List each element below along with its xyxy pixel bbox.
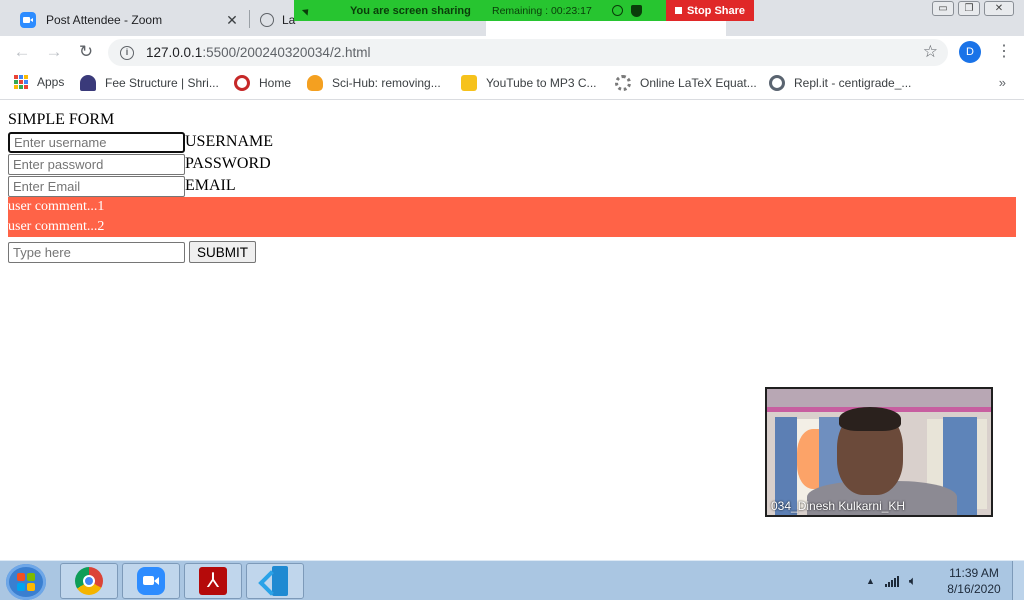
scihub-icon — [307, 75, 323, 91]
reload-icon[interactable]: ↻ — [74, 40, 98, 64]
bookmark-online-latex[interactable]: Online LaTeX Equat... — [615, 75, 757, 91]
bookmark-home[interactable]: Home — [234, 75, 291, 91]
password-label: PASSWORD — [185, 155, 271, 172]
youtube-mp3-icon — [461, 75, 477, 91]
profile-avatar[interactable]: D — [959, 41, 981, 63]
browser-menu-icon[interactable]: ⋮ — [996, 40, 1012, 64]
stop-share-button[interactable]: Stop Share — [666, 0, 754, 21]
vscode-icon — [260, 566, 290, 596]
video-person-hair — [839, 407, 901, 431]
close-tab-icon[interactable]: ✕ — [224, 12, 240, 29]
email-row: Enter Email EMAIL — [8, 175, 236, 197]
show-hidden-icons-icon[interactable]: ▲ — [866, 576, 875, 586]
taskbar-vscode[interactable] — [246, 563, 304, 599]
bookmark-fee-structure[interactable]: Fee Structure | Shri... — [80, 75, 219, 91]
stop-share-label: Stop Share — [686, 4, 746, 17]
window-controls: ▭ ❐ ✕ — [932, 1, 1014, 16]
list-item: user comment...2 — [8, 219, 105, 234]
participant-name: 034_Dinesh Kulkarni_KH — [771, 499, 906, 513]
chrome-icon — [75, 567, 103, 595]
bookmark-sci-hub[interactable]: Sci-Hub: removing... — [307, 75, 441, 91]
stop-icon — [674, 7, 682, 14]
bookmarks-bar: Apps Fee Structure | Shri... Home Sci-Hu… — [0, 68, 1024, 100]
window-close-button[interactable]: ✕ — [984, 1, 1014, 16]
video-ceiling — [767, 389, 991, 407]
url-text[interactable]: 127.0.0.1:5500/200240320034/2.html — [146, 45, 370, 60]
list-item: user comment...1 — [8, 199, 105, 214]
globe-icon — [260, 13, 274, 27]
email-input[interactable]: Enter Email — [8, 175, 185, 197]
comments-list: user comment...1 user comment...2 — [8, 197, 1016, 237]
share-arrow-icon — [302, 5, 314, 17]
taskbar-acrobat[interactable]: ⅄ — [184, 563, 242, 599]
bookmark-apps[interactable]: Apps — [14, 75, 64, 89]
system-tray: ▲ 🔈︎ — [866, 573, 917, 589]
comment-input[interactable]: Type here — [8, 241, 185, 263]
username-label: USERNAME — [185, 133, 274, 150]
minimize-button[interactable]: ▭ — [932, 1, 954, 16]
acrobat-icon: ⅄ — [199, 567, 227, 595]
participant-video[interactable]: 034_Dinesh Kulkarni_KH — [765, 387, 993, 517]
site-info-icon[interactable]: i — [120, 45, 134, 60]
username-row: Enter username USERNAME — [8, 131, 273, 153]
zoom-icon — [137, 567, 165, 595]
clock-time: 11:39 AM — [949, 566, 999, 580]
form-title: SIMPLE FORM — [8, 111, 115, 128]
address-bar[interactable]: i 127.0.0.1:5500/200240320034/2.html ☆ — [108, 39, 948, 66]
submit-button[interactable]: SUBMIT — [189, 241, 257, 263]
bookmarks-overflow-icon[interactable]: » — [999, 75, 1006, 90]
comment-form: Type here SUBMIT — [8, 241, 257, 263]
bookmark-youtube-mp3[interactable]: YouTube to MP3 C... — [461, 75, 597, 91]
security-shield-icon[interactable] — [631, 4, 642, 17]
pause-share-icon[interactable] — [612, 5, 623, 16]
university-icon — [80, 75, 96, 91]
replit-icon — [769, 75, 785, 91]
taskbar-zoom[interactable] — [122, 563, 180, 599]
zoom-share-banner: You are screen sharing Remaining : 00:23… — [294, 0, 754, 21]
bookmark-star-icon[interactable]: ☆ — [923, 42, 938, 62]
clock-date: 8/16/2020 — [947, 582, 1001, 596]
password-row: Enter password PASSWORD — [8, 153, 271, 175]
browser-toolbar: ← → ↻ i 127.0.0.1:5500/200240320034/2.ht… — [0, 36, 1024, 68]
email-label: EMAIL — [185, 177, 236, 194]
home-site-icon — [234, 75, 250, 91]
taskbar-chrome[interactable] — [60, 563, 118, 599]
windows-logo-icon — [17, 573, 35, 591]
password-input[interactable]: Enter password — [8, 153, 185, 175]
bookmark-replit[interactable]: Repl.it - centigrade_... — [769, 75, 911, 91]
tab-title: Post Attendee - Zoom — [46, 13, 163, 27]
network-signal-icon[interactable] — [884, 575, 899, 587]
tab-post-attendee-zoom[interactable]: Post Attendee - Zoom ✕ — [8, 4, 248, 36]
username-input[interactable]: Enter username — [8, 131, 185, 153]
windows-taskbar: ⅄ ▲ 🔈︎ 11:39 AM 8/16/2020 — [0, 560, 1024, 600]
start-button[interactable] — [6, 564, 46, 600]
share-status-text: You are screen sharing — [350, 4, 471, 17]
system-clock[interactable]: 11:39 AM 8/16/2020 — [940, 565, 1008, 597]
zoom-favicon-icon — [20, 12, 36, 28]
back-arrow-icon[interactable]: ← — [10, 40, 34, 64]
gear-icon — [615, 75, 631, 91]
share-status-bar[interactable]: You are screen sharing Remaining : 00:23… — [294, 0, 666, 21]
volume-icon[interactable]: 🔈︎ — [909, 573, 917, 589]
show-desktop-button[interactable] — [1012, 561, 1024, 600]
forward-arrow-icon[interactable]: → — [42, 40, 66, 64]
share-remaining-time: Remaining : 00:23:17 — [492, 4, 592, 17]
apps-grid-icon — [14, 75, 28, 89]
restore-button[interactable]: ❐ — [958, 1, 980, 16]
